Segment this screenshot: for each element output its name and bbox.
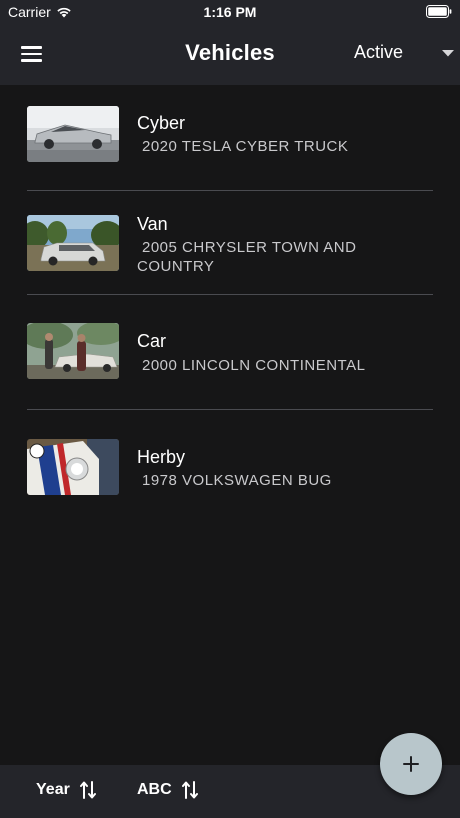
- sort-by-year-label: Year: [36, 781, 70, 798]
- vehicle-item-herby[interactable]: Herby 1978 VOLKSWAGEN BUG: [27, 439, 433, 499]
- vehicle-photo: [27, 439, 119, 495]
- vehicle-description: 2000 LINCOLN CONTINENTAL: [142, 357, 366, 374]
- vehicle-photo: [27, 215, 119, 271]
- vehicle-photo: [27, 323, 119, 379]
- vehicle-name: Cyber: [137, 113, 186, 133]
- plus-icon: [403, 756, 419, 772]
- list-divider: [27, 294, 433, 295]
- sort-arrows-icon: [181, 781, 198, 799]
- sort-by-name-button[interactable]: ABC: [137, 780, 198, 800]
- add-vehicle-button[interactable]: [380, 733, 442, 795]
- vehicle-item-cyber[interactable]: Cyber 2020 TESLA CYBER TRUCK: [27, 106, 433, 166]
- vehicle-name: Herby: [137, 447, 186, 467]
- sort-by-name-label: ABC: [137, 781, 172, 798]
- vehicle-description: 1978 VOLKSWAGEN BUG: [142, 472, 332, 489]
- status-filter-dropdown[interactable]: Active: [354, 42, 454, 66]
- list-divider: [27, 190, 433, 191]
- app-bar: Vehicles Active: [0, 24, 460, 85]
- vehicle-name: Car: [137, 331, 167, 351]
- list-divider: [27, 409, 433, 410]
- status-time: 1:16 PM: [203, 4, 257, 20]
- vehicle-item-car[interactable]: Car 2000 LINCOLN CONTINENTAL: [27, 323, 433, 383]
- vehicle-item-van[interactable]: Van 2005 CHRYSLER TOWN AND COUNTRY: [27, 214, 433, 275]
- vehicle-name: Van: [137, 214, 168, 234]
- status-bar: Carrier 1:16 PM: [0, 0, 460, 24]
- vehicle-description: 2020 TESLA CYBER TRUCK: [142, 138, 349, 155]
- caret-down-icon: [442, 50, 454, 57]
- vehicle-photo: [27, 106, 119, 162]
- vehicle-description: 2005 CHRYSLER TOWN AND COUNTRY: [137, 239, 357, 275]
- status-filter-value: Active: [354, 42, 404, 62]
- battery-icon: [426, 5, 452, 21]
- sort-arrows-icon: [79, 781, 96, 799]
- sort-by-year-button[interactable]: Year: [36, 780, 96, 800]
